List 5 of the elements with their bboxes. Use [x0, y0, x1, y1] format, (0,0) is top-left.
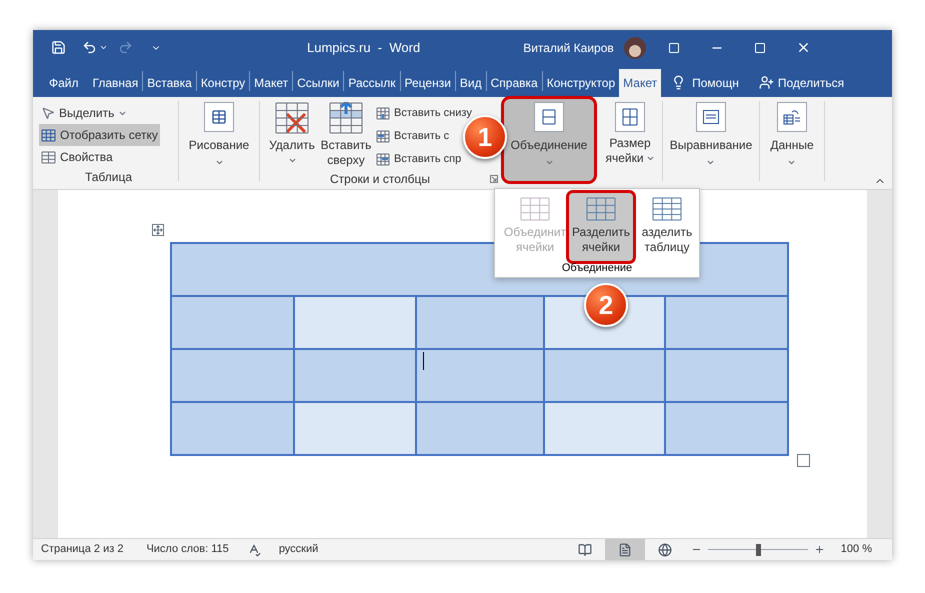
group-label: Таблица — [84, 169, 134, 186]
window-title: Lumpics.ru - Word — [307, 38, 420, 57]
group-label: Строки и столбцы — [330, 171, 430, 188]
group-label: Объединение — [560, 262, 634, 274]
user-name: Виталий Каиров — [523, 40, 614, 56]
